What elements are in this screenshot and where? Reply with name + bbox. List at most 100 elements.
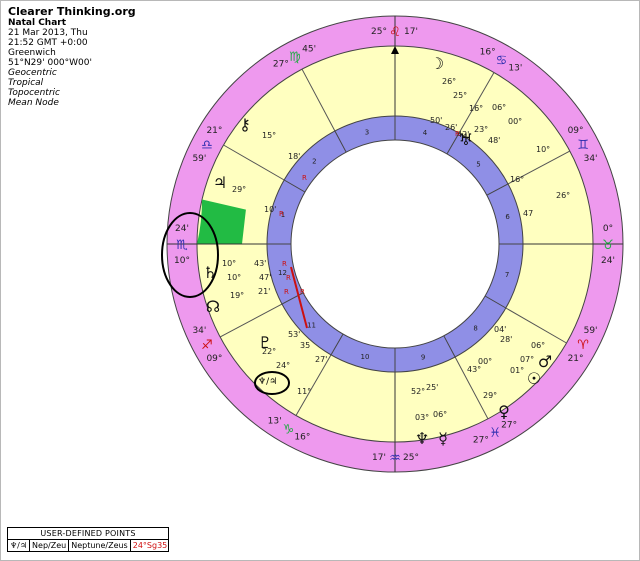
retrograde-icon: R (279, 210, 284, 218)
position-label: 10' (264, 205, 276, 214)
cusp-degree: 09° (568, 126, 584, 136)
position-label: 06° (531, 341, 545, 350)
cusp-minute: 21° (568, 354, 584, 364)
position-label: 50' (430, 116, 442, 125)
position-label: 03° (415, 413, 429, 422)
cusp-degree: 09° (206, 354, 222, 364)
position-label: 35 (300, 341, 310, 350)
cusp-degree: 16° (294, 432, 310, 442)
position-label: 10° (536, 145, 550, 154)
chart-date: 21 Mar 2013, Thu (8, 28, 88, 38)
cusp-degree: 25° (371, 27, 387, 37)
cusp-sign-icon: ♉ (602, 238, 614, 253)
position-label: 47' (259, 273, 271, 282)
retrograde-icon: R (300, 288, 305, 296)
cusp-sign-icon: ♎ (201, 138, 213, 153)
cusp-minute: 34' (584, 154, 598, 164)
cusp-degree: 59' (584, 326, 598, 336)
position-label: 53' (288, 330, 300, 339)
midpoint-glyph-icon: ♆/♃ (258, 377, 277, 387)
position-label: 16° (469, 104, 483, 113)
cusp-sign-icon: ♑ (283, 422, 295, 437)
position-label: 19° (230, 291, 244, 300)
position-label: 11° (297, 387, 311, 396)
position-label: 43° (467, 365, 481, 374)
natal-chart-wheel[interactable]: 123 45678910111225° ♌ 17'16°♋ 13'09°♊34'0°♉2… (160, 12, 630, 482)
cusp-degree: 27° (273, 59, 289, 69)
cusp-degree: 16° (480, 48, 496, 58)
cusp-degree: 0° (603, 224, 613, 234)
chart-coords: 51°N29' 000°W00' (8, 58, 92, 68)
position-label: 25° (453, 91, 467, 100)
jupiter-icon: ♃ (213, 173, 227, 192)
cusp-minute: 21° (206, 126, 222, 136)
cusp-minute: 45' (302, 44, 316, 54)
house-number-9: 9 (421, 354, 425, 362)
moon-icon: ☽ (430, 54, 444, 73)
option-mean-node: Mean Node (8, 98, 59, 108)
position-label: 15° (262, 131, 276, 140)
aspect-center[interactable] (290, 139, 500, 349)
house-number-10: 10 (361, 353, 370, 361)
chart-time: 21:52 GMT +0:00 (8, 38, 88, 48)
udp-position: 24°Sg35 (132, 541, 168, 550)
position-label: 24° (276, 361, 290, 370)
position-label: 00° (508, 117, 522, 126)
position-label: 16° (510, 175, 524, 184)
cusp-sign-icon: ♏ (176, 238, 188, 253)
position-label: 04' (494, 325, 506, 334)
house-number-8: 8 (473, 324, 477, 332)
position-label: 26° (442, 77, 456, 86)
cusp-degree: 10° (174, 256, 190, 266)
cusp-degree: 25° (403, 453, 419, 463)
position-label: 27' (315, 355, 327, 364)
retrograde-icon: R (455, 130, 460, 138)
cusp-minute: 24' (601, 256, 615, 266)
chart-type: Natal Chart (8, 18, 67, 28)
sun-icon: ☉ (527, 369, 541, 388)
position-label: 06° (433, 410, 447, 419)
cusp-sign-icon: ♍ (289, 50, 301, 65)
position-label: 25' (426, 383, 438, 392)
position-label: 01° (510, 366, 524, 375)
venus-icon: ♀ (498, 402, 510, 421)
house-number-5: 5 (476, 160, 480, 168)
option-topocentric: Topocentric (8, 88, 60, 98)
option-geocentric: Geocentric (8, 68, 57, 78)
position-label: 52° (411, 387, 425, 396)
retrograde-icon: R (282, 260, 287, 268)
house-number-4: 4 (423, 129, 428, 137)
chiron-icon: ⚷ (239, 115, 251, 134)
position-label: 18' (288, 152, 300, 161)
cusp-minute: 27° (473, 436, 489, 446)
position-label: 22° (262, 347, 276, 356)
position-label: 21' (258, 287, 270, 296)
house-number-7: 7 (505, 271, 509, 279)
cusp-sign-icon: ♌ (389, 25, 401, 40)
house-number-6: 6 (505, 213, 510, 221)
cusp-sign-icon: ♒ (389, 451, 401, 466)
position-label: 06° (492, 103, 506, 112)
udp-header: USER-DEFINED POINTS (8, 528, 168, 540)
house-number-2: 2 (312, 158, 316, 166)
position-label: 43' (254, 259, 266, 268)
cusp-degree: 27° (501, 421, 517, 431)
neptune-icon: ♆ (415, 429, 429, 448)
cusp-degree: 59' (192, 154, 206, 164)
cusp-sign-icon: ♈ (577, 338, 589, 353)
chart-info: Clearer Thinking.org Natal Chart 21 Mar … (8, 5, 136, 109)
site-title: Clearer Thinking.org (8, 5, 136, 18)
cusp-sign-icon: ♐ (201, 338, 213, 353)
retrograde-icon: R (286, 274, 291, 282)
position-label: 48' (488, 136, 500, 145)
cusp-minute: 17' (404, 27, 418, 37)
position-label: 29° (483, 391, 497, 400)
position-label: 28' (500, 335, 512, 344)
retrograde-icon: R (284, 288, 289, 296)
cusp-sign-icon: ♋ (496, 54, 508, 69)
udp-row[interactable]: ♆/♃ Nep/Zeu Neptune/Zeus 24°Sg35 (8, 540, 168, 551)
cusp-minute: 24' (175, 224, 189, 234)
chart-place: Greenwich (8, 48, 56, 58)
cusp-minute: 34' (192, 326, 206, 336)
position-label: 10° (222, 259, 236, 268)
